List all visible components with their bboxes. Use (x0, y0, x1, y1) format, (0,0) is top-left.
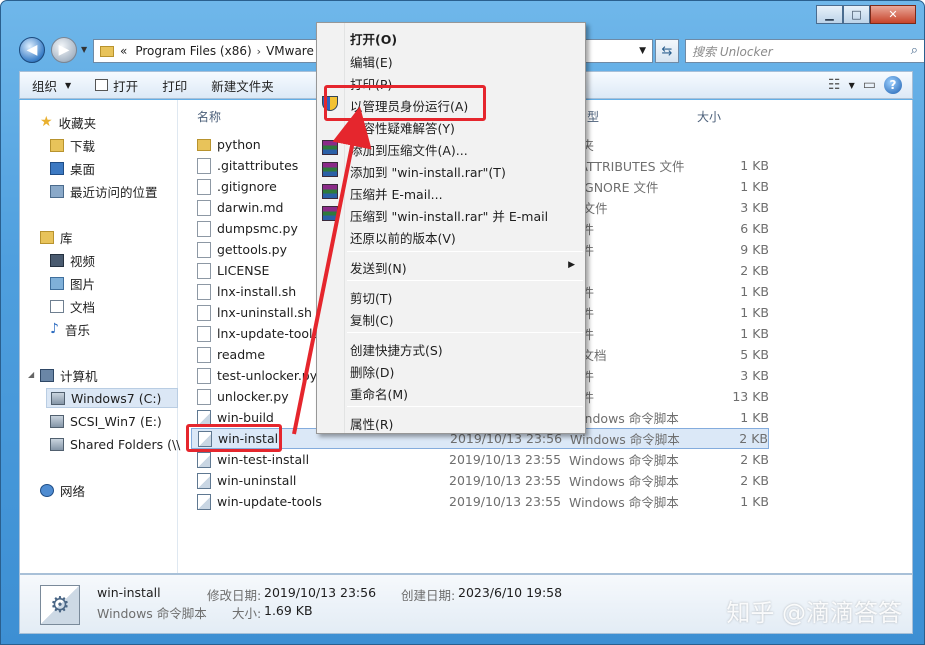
arrow-line (292, 106, 372, 435)
annotation-arrow (292, 106, 372, 435)
